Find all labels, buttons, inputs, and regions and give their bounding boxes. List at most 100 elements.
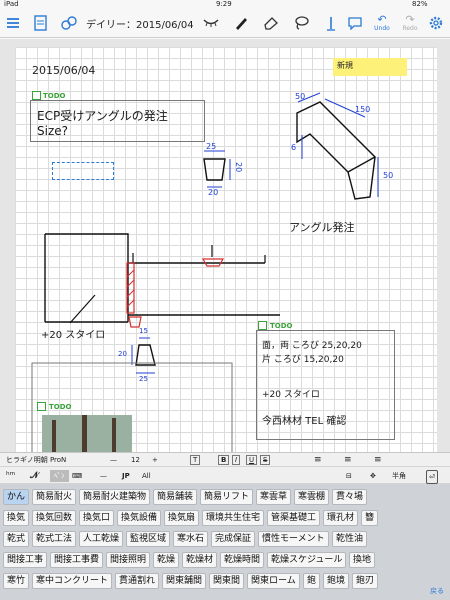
redo-label: Redo (402, 25, 418, 32)
align-left-icon[interactable]: ≡ (314, 455, 322, 465)
candidate-word[interactable]: 間接工事費 (50, 552, 104, 568)
done-button[interactable]: 戻る (430, 586, 444, 596)
sleep-tool-button[interactable] (200, 12, 222, 34)
candidate-word[interactable]: 乾性油 (332, 531, 368, 547)
candidate-word[interactable]: 簡易リフト (200, 489, 254, 505)
new-page-button[interactable] (30, 12, 52, 34)
dim-right-c: 6 (291, 143, 297, 152)
candidate-word[interactable]: 乾燥スケジュール (267, 552, 347, 568)
page-title[interactable]: デイリー：2015/06/04 (86, 16, 194, 31)
candidate-word[interactable]: 簡易舗装 (153, 489, 198, 505)
candidate-word[interactable]: 簪 (361, 510, 379, 526)
candidate-word[interactable]: 鉋 (303, 573, 321, 589)
candidate-word[interactable]: 慣性モーメント (258, 531, 329, 547)
lasso-tool-button[interactable] (290, 12, 312, 34)
align-center-icon[interactable]: ≡ (344, 455, 352, 465)
note-canvas[interactable]: 2015/06/04 新規 TODO ECP受けアングルの発注 Size? 25… (0, 39, 450, 452)
candidate-word[interactable]: 関東舗間 (162, 573, 207, 589)
candidate-word[interactable]: 簡易耐火 (32, 489, 77, 505)
candidate-word[interactable]: 換気 (3, 510, 30, 526)
candidate-word[interactable]: 乾式工法 (32, 531, 77, 547)
candidate-word[interactable]: 監視区域 (126, 531, 171, 547)
dim-bottom-side: 20 (118, 350, 127, 358)
enter-icon[interactable]: ⏎ (426, 470, 438, 484)
candidate-word[interactable]: 寒水石 (173, 531, 209, 547)
todo-2-text-line4: 今西林材 TEL 確認 (262, 416, 347, 427)
candidate-word[interactable]: 間接工事 (3, 552, 48, 568)
candidate-word[interactable]: 鉋境 (323, 573, 350, 589)
todo-2-text-line2: 片 ころび 15,20,20 (262, 355, 344, 365)
redo-button[interactable]: ↷ Redo (398, 12, 422, 34)
candidate-word[interactable]: 寒雲棚 (294, 489, 330, 505)
pen-mode-icon[interactable]: 𝒩 (30, 470, 39, 482)
dim-top-width: 25 (206, 142, 217, 151)
candidate-word[interactable]: 環孔材 (323, 510, 359, 526)
candidate-word[interactable]: 乾燥時間 (220, 552, 265, 568)
note-page[interactable]: 2015/06/04 新規 TODO ECP受けアングルの発注 Size? 25… (15, 47, 437, 452)
candidate-word[interactable]: 乾燥 (153, 552, 180, 568)
handwriting-icon[interactable]: ʰᵐ (6, 470, 15, 482)
dim-right-d: 50 (383, 171, 394, 180)
candidate-word[interactable]: かん (3, 489, 30, 505)
candidate-word[interactable]: 乾式 (3, 531, 30, 547)
photo-attachment[interactable] (42, 415, 132, 452)
font-size-increase[interactable]: + (152, 455, 158, 465)
underline-button[interactable]: U (246, 455, 258, 465)
lasso-icon (295, 16, 309, 30)
candidate-word[interactable]: 鉋刃 (352, 573, 379, 589)
todo-checkbox[interactable] (258, 321, 267, 330)
align-right-icon[interactable]: ≡ (374, 455, 382, 465)
angle-order-label: アングル発注 (289, 221, 355, 234)
candidate-word[interactable]: 換気扇 (164, 510, 200, 526)
candidate-word[interactable]: 寒竹 (3, 573, 30, 589)
menu-button[interactable] (2, 12, 24, 34)
candidate-row: 寒竹 寒中コンクリート 貫通割れ 関東舗間 関東間 関東ローム鉋鉋境 鉋刃 (0, 572, 450, 590)
candidate-word[interactable]: 貫々場 (332, 489, 368, 505)
all-button[interactable]: All (142, 470, 151, 482)
candidate-row: かん 簡易耐火 簡易耐火建築物 簡易舗装 簡易リフト 寒雲草 寒雲棚 貫々場 (0, 488, 450, 506)
pen-tool-button[interactable] (230, 12, 252, 34)
link-icon (61, 16, 77, 30)
dash-icon[interactable]: — (100, 470, 107, 482)
candidate-word[interactable]: 環境共生住宅 (202, 510, 265, 526)
candidate-word[interactable]: 寒雲草 (256, 489, 292, 505)
bold-button[interactable]: B (218, 455, 230, 465)
candidate-word[interactable]: 換地 (349, 552, 376, 568)
italic-button[interactable]: I (232, 455, 241, 465)
settings-button[interactable] (425, 12, 447, 34)
candidate-word[interactable]: 関東間 (209, 573, 245, 589)
width-toggle[interactable]: 半角 (392, 470, 406, 482)
eraser-tool-button[interactable] (260, 12, 282, 34)
candidate-word[interactable]: 寒中コンクリート (32, 573, 113, 589)
candidate-word[interactable]: 完成保証 (211, 531, 256, 547)
jp-button[interactable]: JP (122, 470, 130, 482)
candidate-word[interactable]: 間接照明 (106, 552, 151, 568)
candidate-word[interactable]: 人工乾燥 (79, 531, 124, 547)
text-tool-button[interactable] (320, 12, 342, 34)
font-name-select[interactable]: ヒラギノ明朝 ProN (6, 455, 66, 465)
todo-2-text-line1: 面，両 ころび 25,20,20 (262, 341, 362, 351)
undo-button[interactable]: ↶ Undo (370, 12, 394, 34)
ruler-icon[interactable]: ⊟ (346, 470, 352, 482)
candidate-word[interactable]: 簡易耐火建築物 (79, 489, 151, 505)
todo-label: TODO (270, 322, 293, 330)
mode-toggle[interactable]: ﾍﾟﾝ (50, 470, 69, 482)
keyboard-icon[interactable]: ⌨ (72, 470, 82, 482)
font-size-decrease[interactable]: — (110, 455, 117, 465)
candidate-row: 間接工事 間接工事費 間接照明 乾燥 乾燥材 乾燥時間 乾燥スケジュール 換地 (0, 551, 450, 569)
share-button[interactable] (58, 12, 80, 34)
candidate-word[interactable]: 換気設備 (117, 510, 162, 526)
candidate-word[interactable]: 管渠基礎工 (267, 510, 321, 526)
candidate-word[interactable]: 換気口 (79, 510, 115, 526)
move-icon[interactable]: ✥ (370, 470, 376, 482)
candidate-word[interactable]: 貫通割れ (115, 573, 160, 589)
todo-checkbox[interactable] (37, 402, 46, 411)
todo-2-text-line3: +20 スタイロ (262, 390, 320, 400)
strike-button[interactable]: S (260, 455, 271, 465)
text-box-button[interactable]: T (190, 455, 201, 465)
comment-tool-button[interactable] (344, 12, 366, 34)
candidate-word[interactable]: 乾燥材 (182, 552, 218, 568)
candidate-word[interactable]: 関東ローム (247, 573, 300, 589)
candidate-word[interactable]: 換気回数 (32, 510, 77, 526)
dim-top-height: 20 (234, 162, 243, 173)
